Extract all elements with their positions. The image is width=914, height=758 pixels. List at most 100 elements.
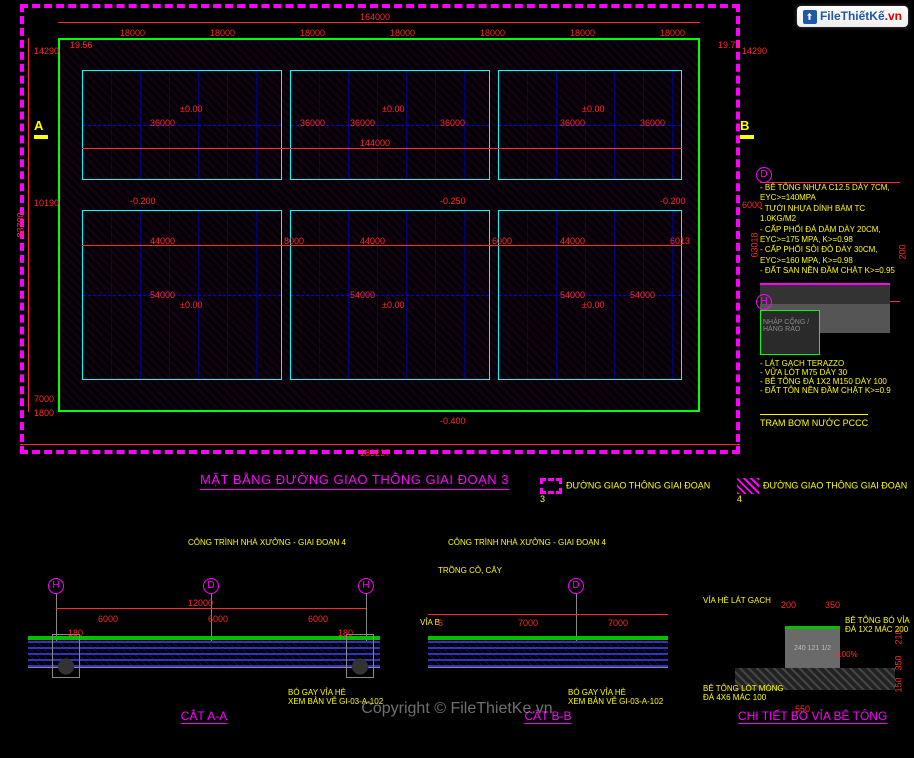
- logo-icon: [803, 10, 817, 24]
- detail-h: H NHẬP CỔNG / HÀNG RÀO - LÁT GẠCH TERAZZ…: [760, 310, 900, 410]
- note-top: CÔNG TRÌNH NHÀ XƯỞNG - GIAI ĐOẠN 4: [188, 538, 346, 547]
- dim-depth2: 54000: [560, 290, 585, 300]
- road-body: [428, 640, 668, 668]
- layer-note: - TƯỚI NHỰA DÍNH BÁM TC 1.0KG/M2: [760, 204, 900, 225]
- dim: 14290: [742, 46, 767, 56]
- pump-station-label: TRẠM BƠM NƯỚC PCCC: [760, 414, 868, 428]
- dim-depth: 36000: [350, 118, 375, 128]
- dim-line: [58, 22, 700, 23]
- dim-bw: 6013: [670, 236, 690, 246]
- section-marker-b: B: [740, 118, 754, 139]
- dim: 350: [825, 600, 840, 610]
- dim-bay: 18000: [390, 28, 415, 38]
- dim-span: 12000: [188, 598, 213, 608]
- dim-bay: 18000: [300, 28, 325, 38]
- dim-overall-length: 183237: [360, 448, 390, 458]
- dim-line: [20, 444, 740, 445]
- dim-depth2: 54000: [350, 290, 375, 300]
- col-marker-h: H: [358, 578, 374, 642]
- detail-marker-h: H: [756, 294, 772, 310]
- logo-text: FileThiếtKế: [820, 9, 885, 23]
- detail-marker-d: D: [756, 167, 772, 183]
- dim-center-span: 144000: [360, 138, 390, 148]
- dim-line: [428, 614, 668, 615]
- manhole: [52, 634, 80, 678]
- dim-bay: 7000: [518, 618, 538, 628]
- elev: -0.250: [440, 196, 466, 206]
- dim: 1800: [34, 408, 54, 418]
- detail-d: D - BÊ TÔNG NHỰA C12.5 DÀY 7CM, EYC>=140…: [760, 182, 900, 302]
- dim-bay: 7000: [608, 618, 628, 628]
- dim-bw: 6000: [492, 236, 512, 246]
- dim: 10190: [34, 198, 59, 208]
- plan-title: MẶT BẰNG ĐƯỜNG GIAO THÔNG GIAI ĐOẠN 3: [200, 472, 509, 490]
- dim-bay: 6000: [208, 614, 228, 624]
- tree-note: TRỒNG CỎ, CÂY: [438, 566, 502, 575]
- elev: ±0.00: [382, 104, 404, 114]
- dim-bay: 18000: [120, 28, 145, 38]
- legend-item: ĐƯỜNG GIAO THÔNG GIAI ĐOẠN 3: [540, 478, 717, 504]
- col-marker-d: D: [203, 578, 219, 642]
- dim: 210: [894, 629, 904, 644]
- dim: 14290: [34, 46, 59, 56]
- layer-note: - CẤP PHỐI ĐÁ DĂM DÀY 20CM, EYC>=175 MPA…: [760, 225, 900, 246]
- via-label: VỈA HÈ LÁT GẠCH: [703, 596, 771, 605]
- dim-bw: 44000: [150, 236, 175, 246]
- elev: ±0.00: [180, 104, 202, 114]
- dim-height: 83700: [16, 212, 26, 237]
- note-top: CÔNG TRÌNH NHÀ XƯỞNG - GIAI ĐOẠN 4: [448, 538, 606, 547]
- paving-tile-graphic: NHẬP CỔNG / HÀNG RÀO: [760, 310, 820, 355]
- dim-overall-width: 164000: [360, 12, 390, 22]
- dim-bay: 18000: [570, 28, 595, 38]
- via-note: VỈA B: [420, 618, 440, 627]
- layer-note: - ĐẤT SAN NỀN ĐẦM CHẶT K>=0.95: [760, 266, 900, 276]
- layer-note: - LÁT GẠCH TERAZZO: [760, 359, 900, 368]
- dim: 150: [894, 677, 904, 692]
- dim-bay: 6000: [98, 614, 118, 624]
- dim-depth: 36000: [560, 118, 585, 128]
- curb-core: 240 121 1/2: [785, 629, 840, 652]
- legend-swatch-dashed: [540, 478, 562, 494]
- dim-bw: 44000: [360, 236, 385, 246]
- elev: ±0.00: [582, 300, 604, 310]
- dim-depth2: 54000: [630, 290, 655, 300]
- layer-note: - ĐẤT TÔN NỀN ĐẦM CHẶT K>=0.9: [760, 386, 900, 395]
- section-marker-a: A: [34, 118, 48, 139]
- dim-line: [82, 148, 682, 149]
- dim-bay: 18000: [210, 28, 235, 38]
- layer-note: - VỮA LÓT M75 DÀY 30: [760, 368, 900, 377]
- elev: ±0.00: [180, 300, 202, 310]
- legend-swatch-hatch: [737, 478, 759, 494]
- tile-sub: NHẬP CỔNG / HÀNG RÀO: [761, 311, 819, 341]
- elev: ±0.00: [582, 104, 604, 114]
- layer-note: - BÊ TÔNG NHỰA C12.5 DÀY 7CM, EYC>=140MP…: [760, 183, 900, 204]
- dim-depth: 36000: [640, 118, 665, 128]
- dim-line-vert: [28, 38, 29, 412]
- dim-kerb: 180: [338, 628, 353, 638]
- dim-depth: 36000: [440, 118, 465, 128]
- dim-bw: 44000: [560, 236, 585, 246]
- building-block: [290, 210, 490, 380]
- dim: 200: [781, 600, 796, 610]
- col-marker-h: H: [48, 578, 64, 642]
- elev: ±0.00: [382, 300, 404, 310]
- dim: 7000: [34, 394, 54, 404]
- logo-suffix: .vn: [885, 9, 902, 23]
- dim-bw: 8000: [284, 236, 304, 246]
- layer-note: - CẤP PHỐI SỎI ĐỎ DÀY 30CM, EYC>=160 MPA…: [760, 245, 900, 266]
- dim-depth: 36000: [150, 118, 175, 128]
- dim-bay: 18000: [480, 28, 505, 38]
- dim-bay: 6000: [308, 614, 328, 624]
- dim-bay: 18000: [660, 28, 685, 38]
- cad-drawing-canvas: FileThiếtKế.vn 164000 18000 18000 18000 …: [0, 0, 914, 758]
- dim-tr: 19.71: [718, 40, 741, 50]
- legend-label: ĐƯỜNG GIAO THÔNG GIAI ĐOẠN 3: [540, 480, 710, 504]
- dim-kerb: 180: [68, 628, 83, 638]
- dim-depth: 36000: [300, 118, 325, 128]
- dim-depth2: 54000: [150, 290, 175, 300]
- dim-bay: 6: [438, 618, 443, 628]
- road-body: [28, 640, 380, 668]
- dim-line: [56, 608, 366, 609]
- elev: -0.400: [440, 416, 466, 426]
- watermark: Copyright © FileThietKe.vn: [0, 700, 914, 718]
